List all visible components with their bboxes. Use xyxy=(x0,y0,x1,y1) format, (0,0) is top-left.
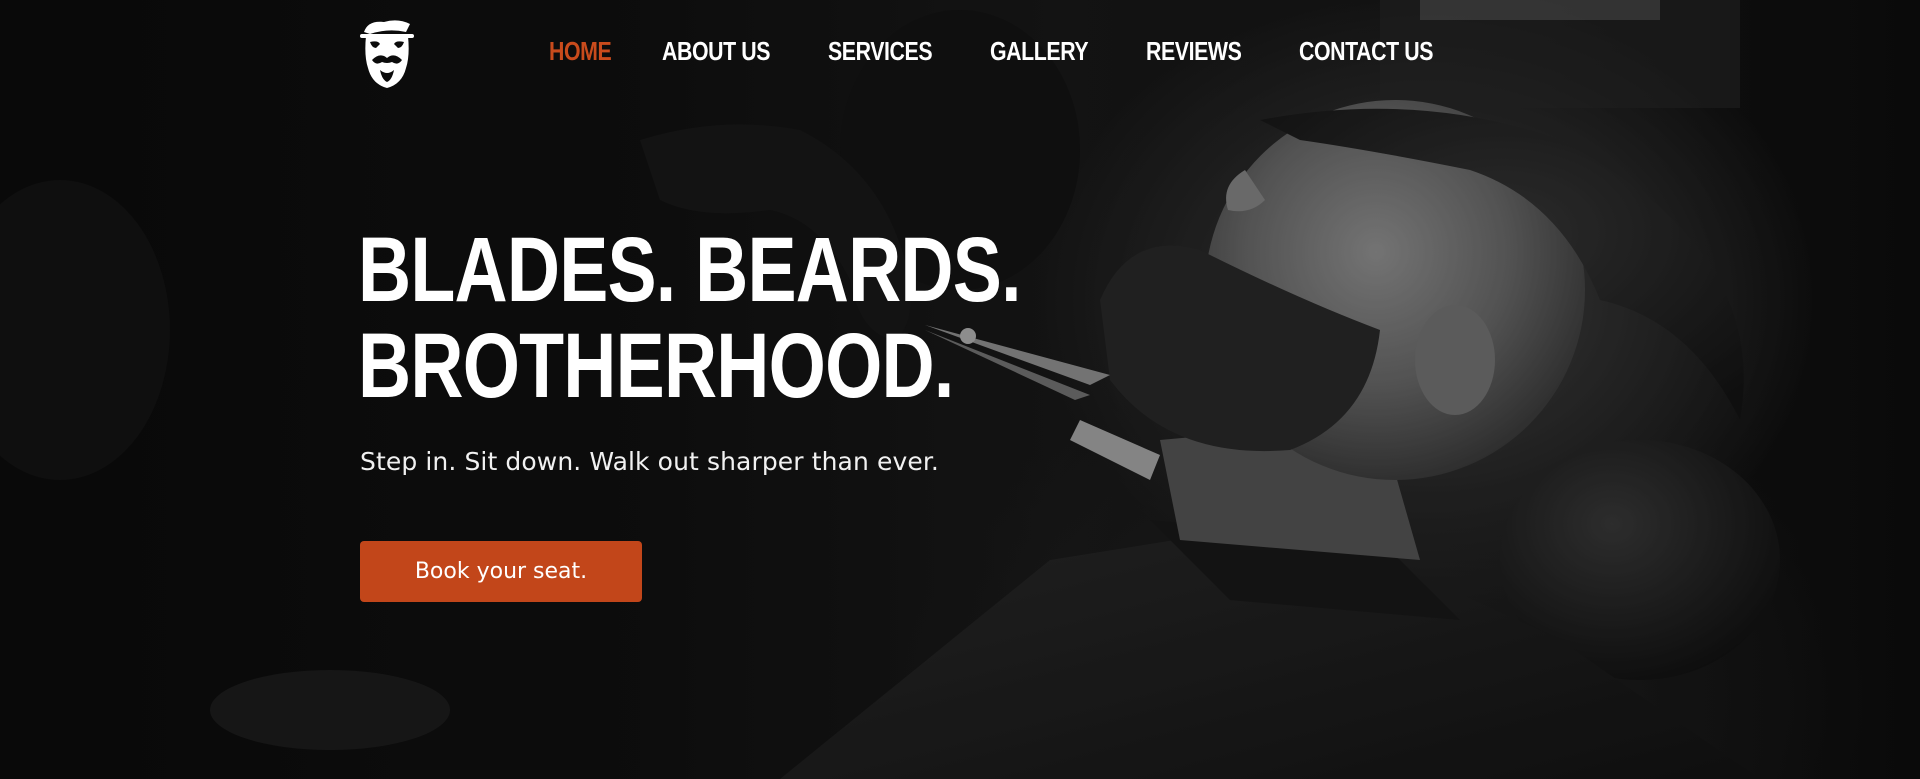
nav-home[interactable]: HOME xyxy=(549,36,612,67)
nav-services[interactable]: SERVICES xyxy=(828,36,933,67)
nav-contact-us[interactable]: CONTACT US xyxy=(1299,36,1433,67)
hero-headline: BLADES. BEARDS. BROTHERHOOD. xyxy=(358,219,1022,417)
hero-section: HOME ABOUT US SERVICES GALLERY REVIEWS C… xyxy=(0,0,1920,779)
hero-tagline: Step in. Sit down. Walk out sharper than… xyxy=(360,447,939,476)
nav-reviews[interactable]: REVIEWS xyxy=(1146,36,1242,67)
main-menu: HOME ABOUT US SERVICES GALLERY REVIEWS C… xyxy=(549,36,1463,67)
top-navigation: HOME ABOUT US SERVICES GALLERY REVIEWS C… xyxy=(0,0,1920,108)
mustache-man-icon[interactable] xyxy=(358,18,416,90)
headline-line-2: BROTHERHOOD. xyxy=(358,315,954,417)
nav-gallery[interactable]: GALLERY xyxy=(990,36,1089,67)
headline-line-1: BLADES. BEARDS. xyxy=(358,219,1022,321)
nav-about-us[interactable]: ABOUT US xyxy=(662,36,770,67)
book-seat-button[interactable]: Book your seat. xyxy=(360,541,642,602)
